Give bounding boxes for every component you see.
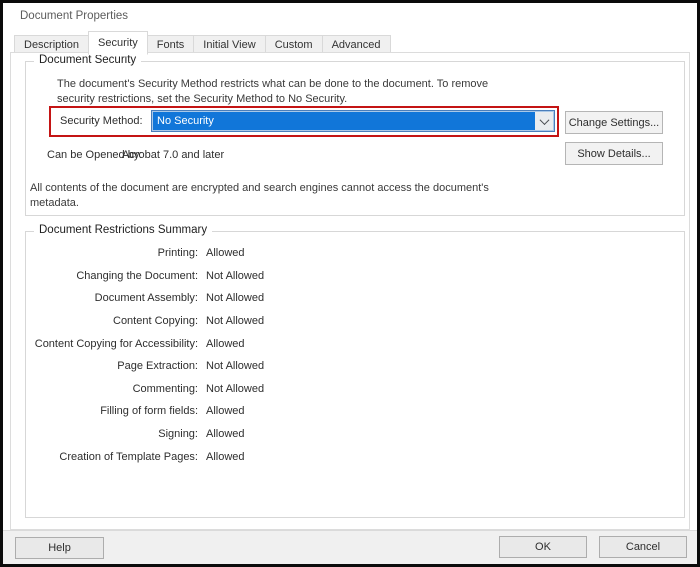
restriction-value: Allowed [206,451,245,463]
document-restrictions-group: Document Restrictions Summary Printing: … [25,231,685,518]
metadata-note-line1: All contents of the document are encrypt… [30,181,489,196]
metadata-note: All contents of the document are encrypt… [30,181,489,211]
opened-by-value: Acrobat 7.0 and later [122,149,224,161]
change-settings-button[interactable]: Change Settings... [565,111,663,134]
security-method-value: No Security [152,115,535,127]
restriction-value: Allowed [206,247,245,259]
dropdown-arrow-zone[interactable] [535,112,553,130]
restriction-label: Document Assembly: [26,292,198,304]
restriction-value: Not Allowed [206,315,264,327]
chevron-down-icon [539,115,549,125]
document-security-legend: Document Security [34,54,141,66]
security-method-dropdown[interactable]: No Security [151,110,555,132]
restriction-label: Signing: [26,428,198,440]
restriction-label: Changing the Document: [26,270,198,282]
security-method-label: Security Method: [60,115,143,127]
dialog-footer [3,530,697,564]
restriction-label: Content Copying for Accessibility: [26,338,198,350]
restriction-label: Filling of form fields: [26,405,198,417]
restriction-value: Not Allowed [206,292,264,304]
restriction-row: Content Copying: Not Allowed [26,310,684,333]
document-security-group: Document Security The document's Securit… [25,61,685,216]
metadata-note-line2: metadata. [30,196,489,211]
restriction-value: Not Allowed [206,383,264,395]
document-properties-dialog: Document Properties Description Security… [0,0,700,567]
restriction-label: Page Extraction: [26,360,198,372]
restriction-label: Content Copying: [26,315,198,327]
security-description-line2: security restrictions, set the Security … [57,92,488,107]
restriction-label: Printing: [26,247,198,259]
restrictions-list: Printing: Allowed Changing the Document:… [26,242,684,468]
restriction-label: Commenting: [26,383,198,395]
restriction-row: Page Extraction: Not Allowed [26,355,684,378]
ok-button[interactable]: OK [499,536,587,558]
restriction-row: Filling of form fields: Allowed [26,400,684,423]
show-details-button[interactable]: Show Details... [565,142,663,165]
red-highlight-annotation: Security Method: No Security [49,106,559,137]
restriction-row: Printing: Allowed [26,242,684,265]
security-tab-page: Document Security The document's Securit… [10,52,690,530]
restriction-value: Allowed [206,405,245,417]
window-title: Document Properties [20,10,128,22]
restriction-row: Commenting: Not Allowed [26,378,684,401]
restriction-label: Creation of Template Pages: [26,451,198,463]
restriction-value: Not Allowed [206,270,264,282]
document-restrictions-legend: Document Restrictions Summary [34,224,212,236]
restriction-row: Content Copying for Accessibility: Allow… [26,332,684,355]
restriction-row: Signing: Allowed [26,423,684,446]
restriction-row: Creation of Template Pages: Allowed [26,445,684,468]
restriction-value: Allowed [206,338,245,350]
restriction-row: Document Assembly: Not Allowed [26,287,684,310]
help-button[interactable]: Help [15,537,104,559]
restriction-value: Not Allowed [206,360,264,372]
security-description: The document's Security Method restricts… [57,77,488,107]
tab-security[interactable]: Security [88,31,148,55]
restriction-value: Allowed [206,428,245,440]
cancel-button[interactable]: Cancel [599,536,687,558]
security-description-line1: The document's Security Method restricts… [57,77,488,92]
restriction-row: Changing the Document: Not Allowed [26,265,684,288]
